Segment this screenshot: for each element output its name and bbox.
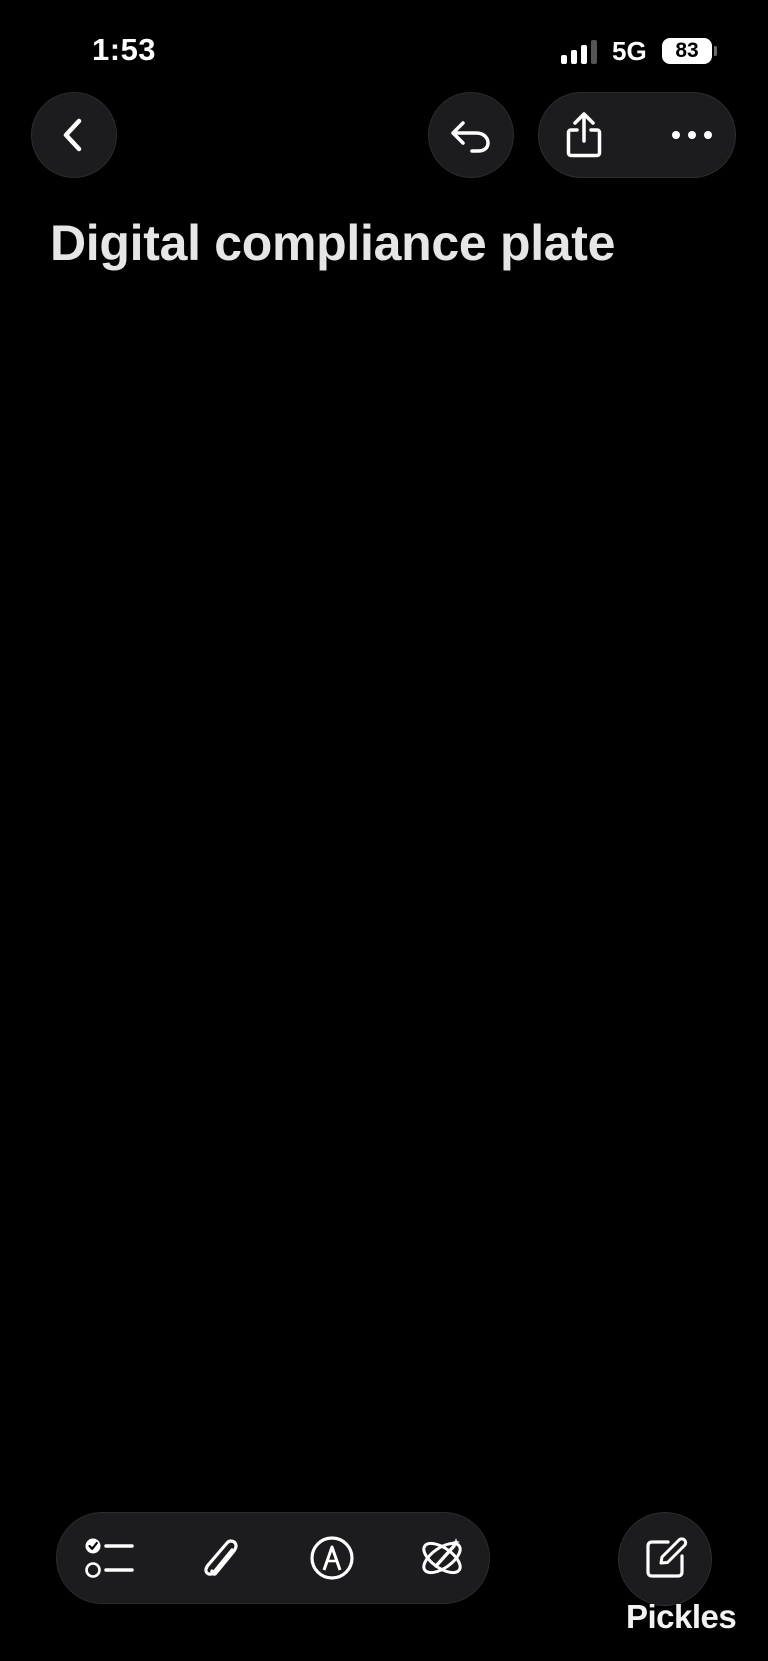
more-options-button[interactable] <box>656 92 728 178</box>
battery-icon: 83 <box>662 38 712 64</box>
chevron-left-icon <box>63 118 82 152</box>
writing-tools-icon <box>422 1538 462 1575</box>
undo-button[interactable] <box>428 92 514 178</box>
watermark: Pickles <box>626 1598 737 1635</box>
compose-icon <box>646 1537 688 1578</box>
ellipsis-icon <box>672 131 712 139</box>
attachment-button[interactable] <box>186 1522 258 1594</box>
checklist-icon <box>85 1538 134 1578</box>
status-time: 1:53 <box>92 32 157 67</box>
battery-nub <box>714 46 717 56</box>
pen-markup-icon <box>310 1536 354 1580</box>
undo-arrow-icon <box>451 121 490 153</box>
battery-level: 83 <box>675 39 699 62</box>
back-button[interactable] <box>31 92 117 178</box>
status-bar: 1:53 5G 83 <box>0 0 768 90</box>
network-type: 5G <box>612 36 647 66</box>
writing-tools-button[interactable] <box>406 1522 478 1594</box>
note-body[interactable] <box>50 300 718 1480</box>
share-button[interactable] <box>548 92 620 178</box>
markup-button[interactable] <box>296 1522 368 1594</box>
share-icon <box>566 112 602 158</box>
note-title[interactable]: Digital compliance plate <box>50 214 740 272</box>
checklist-button[interactable] <box>72 1522 148 1594</box>
compose-button[interactable] <box>618 1512 712 1606</box>
cellular-signal-icon <box>561 40 601 64</box>
paperclip-icon <box>204 1539 238 1576</box>
